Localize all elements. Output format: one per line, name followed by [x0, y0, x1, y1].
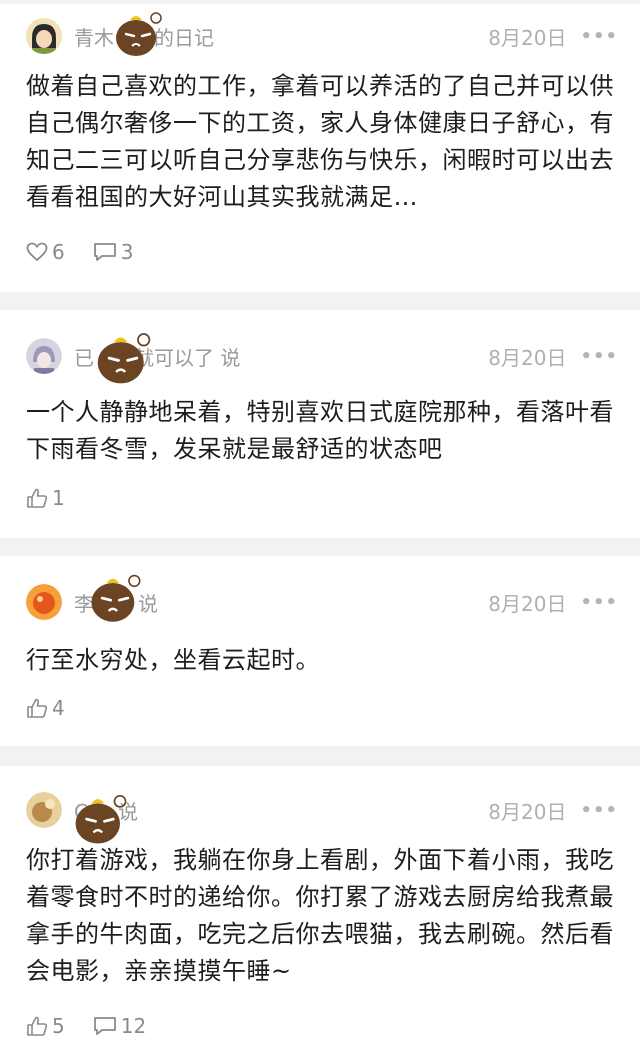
- like-count: 4: [52, 696, 65, 720]
- like-button[interactable]: 1: [26, 486, 65, 510]
- avatar-image: [26, 584, 62, 620]
- post-card[interactable]: C说 8月20日 ••• 你打着游戏，我躺在你身上看剧，外面下着小雨，我吃着零食…: [0, 766, 640, 1060]
- like-count: 5: [52, 1014, 65, 1038]
- like-count: 6: [52, 240, 65, 264]
- avatar[interactable]: [26, 338, 62, 374]
- more-options-icon[interactable]: •••: [580, 26, 618, 47]
- thumb-up-icon: [27, 1016, 48, 1036]
- comment-icon: [93, 243, 116, 261]
- avatar-image: [26, 338, 62, 374]
- sticker-overlay: [116, 12, 162, 56]
- post-text[interactable]: 行至水穷处，坐看云起时。: [26, 642, 618, 679]
- heart-icon: [26, 242, 48, 262]
- card-divider: [0, 746, 640, 766]
- avatar-image: [26, 18, 62, 54]
- like-button[interactable]: 4: [26, 696, 65, 720]
- post-text[interactable]: 一个人静静地呆着，特别喜欢日式庭院那种，看落叶看下雨看冬雪，发呆就是最舒适的状态…: [26, 394, 618, 468]
- sticker-overlay: [97, 333, 151, 384]
- post-actions: 5 12: [26, 1014, 146, 1038]
- post-card[interactable]: 已就可以了 说 8月20日 ••• 一个人静静地呆着，特别喜欢日式庭院那种，看落…: [0, 310, 640, 538]
- like-button[interactable]: 6: [26, 240, 65, 264]
- post-card[interactable]: 青木 的日记 8月20日 ••• 做着自己喜欢的工作，拿着可以养活的了自己并可以供…: [0, 4, 640, 292]
- post-text[interactable]: 你打着游戏，我躺在你身上看剧，外面下着小雨，我吃着零食时不时的递给你。你打累了游…: [26, 842, 618, 990]
- thumb-up-icon: [27, 698, 48, 718]
- post-actions: 6 3: [26, 240, 133, 264]
- post-actions: 4: [26, 696, 65, 720]
- more-options-icon[interactable]: •••: [580, 592, 618, 613]
- like-count: 1: [52, 486, 65, 510]
- post-date: 8月20日: [488, 799, 567, 824]
- post-actions: 1: [26, 486, 65, 510]
- more-options-icon[interactable]: •••: [580, 800, 618, 821]
- post-text[interactable]: 做着自己喜欢的工作，拿着可以养活的了自己并可以供自己偶尔奢侈一下的工资，家人身体…: [26, 68, 618, 216]
- post-card[interactable]: 李说 8月20日 ••• 行至水穷处，坐看云起时。 4: [0, 556, 640, 746]
- post-date: 8月20日: [488, 591, 567, 616]
- sticker-overlay: [91, 574, 141, 622]
- avatar[interactable]: [26, 584, 62, 620]
- comment-button[interactable]: 3: [93, 240, 134, 264]
- card-divider: [0, 538, 640, 556]
- avatar-image: [26, 792, 62, 828]
- comment-count: 12: [120, 1014, 147, 1038]
- post-date: 8月20日: [488, 25, 567, 50]
- more-options-icon[interactable]: •••: [580, 346, 618, 367]
- avatar[interactable]: [26, 792, 62, 828]
- comment-count: 3: [120, 240, 134, 264]
- card-divider: [0, 292, 640, 310]
- like-button[interactable]: 5: [26, 1014, 65, 1038]
- sticker-overlay: [75, 794, 127, 844]
- comment-icon: [93, 1017, 116, 1035]
- comment-button[interactable]: 12: [93, 1014, 146, 1038]
- avatar[interactable]: [26, 18, 62, 54]
- post-date: 8月20日: [488, 345, 567, 370]
- thumb-up-icon: [27, 488, 48, 508]
